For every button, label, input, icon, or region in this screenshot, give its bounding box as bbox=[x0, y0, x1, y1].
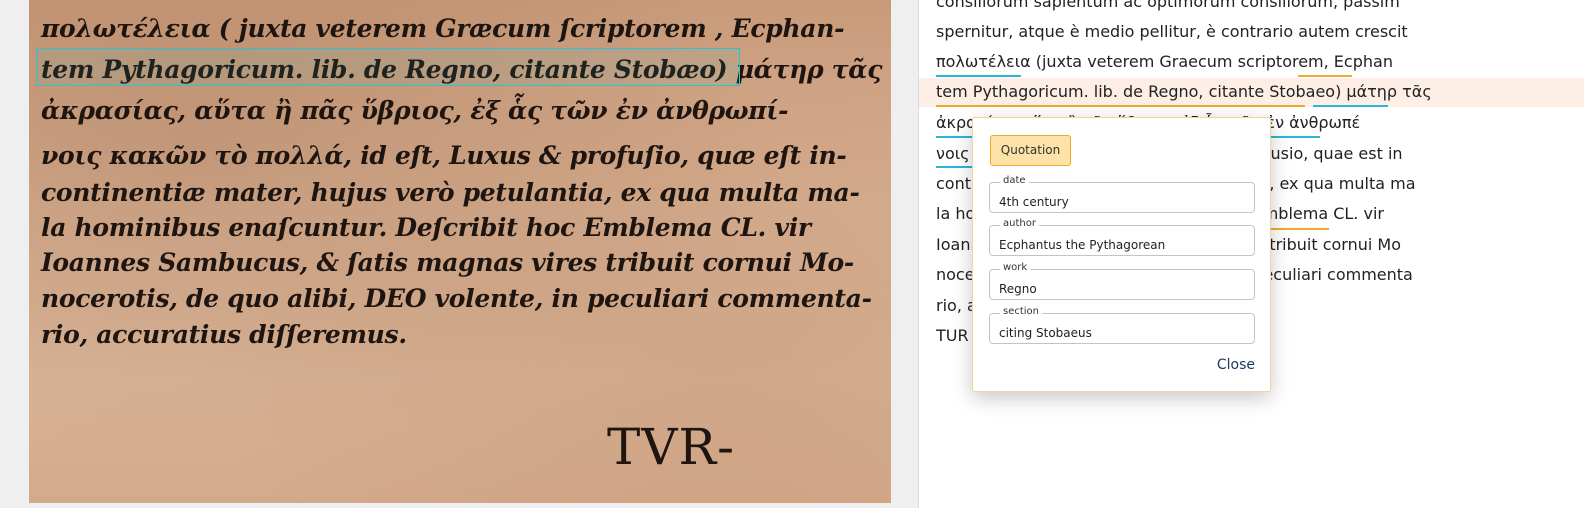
transcription-line[interactable]: tem Pythagoricum. lib. de Regno, citante… bbox=[936, 77, 1432, 107]
scan-line: la hominibus enaſcuntur. Deſcribit hoc E… bbox=[41, 213, 811, 242]
date-field[interactable]: date bbox=[989, 175, 1255, 213]
close-button[interactable]: Close bbox=[1217, 357, 1255, 373]
annotation-underline-orange[interactable] bbox=[1298, 75, 1352, 77]
scan-line: nocerotis, de quo alibi, DEO volente, in… bbox=[41, 284, 872, 313]
transcription-line[interactable]: spernitur, atque è medio pellitur, è con… bbox=[936, 17, 1408, 47]
scan-line: continentiæ mater, hujus verò petulantia… bbox=[41, 178, 860, 207]
page-image-viewer[interactable]: πολωτέλεια ( juxta veterem Græcum ſcript… bbox=[0, 0, 918, 508]
work-field[interactable]: work bbox=[989, 262, 1255, 300]
scan-catchword: TVR- bbox=[607, 418, 735, 476]
author-input[interactable] bbox=[990, 226, 1254, 255]
transcription-line[interactable]: πολωτέλεια (juxta veterem Graecum script… bbox=[936, 47, 1393, 77]
quotation-tag[interactable]: Quotation bbox=[990, 135, 1071, 166]
annotation-underline-cyan[interactable] bbox=[936, 75, 1021, 77]
work-input[interactable] bbox=[990, 270, 1254, 299]
transcription-line[interactable]: TUR bbox=[936, 321, 969, 351]
annotation-underline-orange[interactable] bbox=[936, 105, 1305, 107]
section-field[interactable]: section bbox=[989, 306, 1255, 344]
date-input[interactable] bbox=[990, 183, 1254, 212]
scan-line: πολωτέλεια ( juxta veterem Græcum ſcript… bbox=[41, 14, 845, 43]
author-field[interactable]: author bbox=[989, 218, 1255, 256]
scan-line: Ioannes Sambucus, & ſatis magnas vires t… bbox=[41, 248, 854, 277]
selected-line-region[interactable] bbox=[36, 48, 740, 86]
section-input[interactable] bbox=[990, 314, 1254, 343]
annotation-underline-orange[interactable] bbox=[1269, 228, 1329, 230]
quotation-dialog: Quotation date author work section Close bbox=[972, 117, 1271, 392]
annotation-underline-cyan[interactable] bbox=[1313, 105, 1388, 107]
scan-line: rio, accuratius diſſeremus. bbox=[41, 320, 407, 349]
scan-line: νοις κακῶν τὸ πολλά, id eſt, Luxus & pro… bbox=[41, 141, 847, 170]
transcription-line[interactable]: consiliorum sapientum ac optimorum consi… bbox=[936, 0, 1400, 17]
scan-line: ἀκρασίας, αὕτα ἢ πᾶς ὕβριος, ἐξ ἇς τῶν ἐ… bbox=[41, 96, 789, 125]
